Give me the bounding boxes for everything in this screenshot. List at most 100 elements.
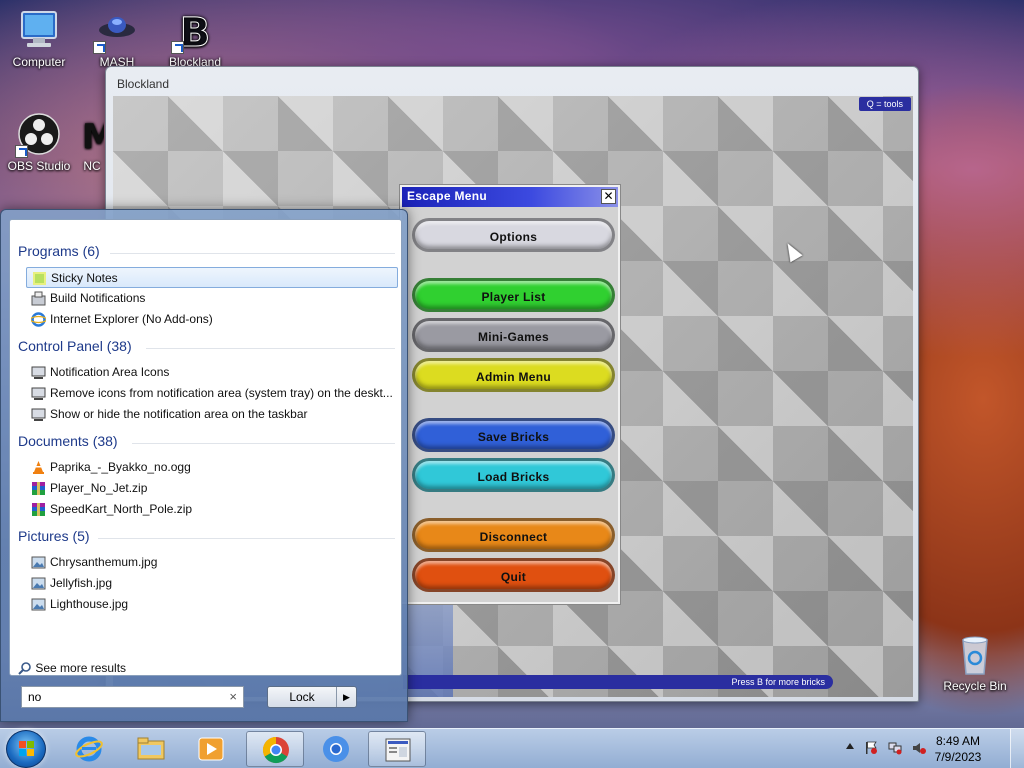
control-panel-icon [31,386,46,401]
result-label: SpeedKart_North_Pole.zip [50,502,193,516]
load-bricks-button[interactable]: Load Bricks [412,458,615,492]
mash-icon [93,8,139,54]
see-more-label: See more results [35,661,127,675]
tools-hint: Q = tools [858,97,911,111]
lock-label: Lock [289,690,315,704]
escape-menu: Escape Menu ✕ Options Player List Mini-G… [399,184,621,605]
result-label: Jellyfish.jpg [50,576,113,590]
show-desktop-button[interactable] [1010,729,1024,768]
shortcut-arrow-icon [93,41,106,54]
result-label: Chrysanthemum.jpg [50,555,158,569]
result-build-notifications[interactable]: Build Notifications [26,288,398,309]
result-lighthouse[interactable]: Lighthouse.jpg [26,594,398,615]
result-jellyfish[interactable]: Jellyfish.jpg [26,573,398,594]
blockland-window-icon [385,738,411,762]
search-value: no [28,690,42,704]
desktop-icon-recycle-bin[interactable]: Recycle Bin [938,632,1012,693]
result-player-no-jet-zip[interactable]: Player_No_Jet.zip [26,478,398,499]
see-more-results-link[interactable]: See more results [18,661,126,675]
start-button[interactable] [6,730,46,768]
programs-heading: Programs (6) [18,243,100,259]
vlc-cone-icon [31,460,46,475]
divider [98,538,395,539]
image-file-icon [31,555,46,570]
taskbar-file-explorer[interactable] [122,731,180,767]
taskbar-chrome[interactable] [246,731,304,767]
mini-games-button[interactable]: Mini-Games [412,318,615,352]
start-search-input[interactable]: no × [21,686,244,708]
volume-muted-icon[interactable] [912,741,926,755]
result-show-hide-notification-area[interactable]: Show or hide the notification area on th… [26,404,398,425]
result-paprika-ogg[interactable]: Paprika_-_Byakko_no.ogg [26,457,398,478]
desktop-icon-obs-studio[interactable]: OBS Studio [2,112,76,173]
shortcut-arrow-icon [15,145,28,158]
result-notification-area-icons[interactable]: Notification Area Icons [26,362,398,383]
mouse-cursor-icon [781,239,803,263]
bricks-hint: Press B for more bricks [403,675,833,689]
control-panel-icon [31,407,46,422]
divider [146,348,395,349]
result-label: Paprika_-_Byakko_no.ogg [50,460,191,474]
chrome-beta-icon [323,736,349,762]
show-hidden-icons-icon[interactable] [846,743,854,749]
image-file-icon [31,576,46,591]
lock-options-arrow-icon[interactable]: ▶ [336,687,356,707]
desktop-icon-nc[interactable]: M NC [80,112,104,173]
close-icon[interactable]: ✕ [601,189,616,204]
internet-explorer-icon [75,736,103,762]
lock-button[interactable]: Lock ▶ [267,686,357,708]
taskbar-media-player[interactable] [182,731,240,767]
folder-icon [137,737,165,760]
result-sticky-notes[interactable]: Sticky Notes [26,267,398,288]
desktop-icon-label: Recycle Bin [943,679,1007,693]
windows-logo-icon [19,741,34,756]
quit-button[interactable]: Quit [412,558,615,592]
clear-search-icon[interactable]: × [229,689,237,704]
result-label: Lighthouse.jpg [50,597,129,611]
options-button[interactable]: Options [412,218,615,252]
chrome-icon [262,736,289,764]
result-label: Notification Area Icons [50,365,170,379]
escape-menu-title: Escape Menu [402,187,618,207]
control-panel-icon [31,365,46,380]
result-label: Remove icons from notification area (sys… [50,386,393,400]
sticky-notes-icon [32,271,47,286]
computer-icon [17,8,61,52]
blockland-icon: B [171,8,217,57]
save-bricks-button[interactable]: Save Bricks [412,418,615,452]
start-menu: Programs (6) Sticky Notes Build Notifica… [0,209,408,722]
pictures-heading: Pictures (5) [18,528,90,544]
clock-date: 7/9/2023 [934,750,982,764]
desktop-icon-computer[interactable]: Computer [2,8,76,69]
result-remove-notification-icons[interactable]: Remove icons from notification area (sys… [26,383,398,404]
desktop-icon-mash[interactable]: MASH [80,8,154,69]
taskbar-chrome-beta[interactable] [307,731,365,767]
system-tray: 8:49 AM 7/9/2023 [844,729,1024,768]
desktop-icon-label: NC [83,159,101,173]
player-list-button[interactable]: Player List [412,278,615,312]
clock-time: 8:49 AM [935,734,981,748]
result-internet-explorer[interactable]: Internet Explorer (No Add-ons) [26,309,398,330]
svg-text:M: M [82,117,104,156]
taskbar-blockland[interactable] [368,731,426,767]
documents-heading: Documents (38) [18,433,118,449]
disconnect-button[interactable]: Disconnect [412,518,615,552]
divider [110,253,395,254]
media-player-icon [198,737,224,761]
result-chrysanthemum[interactable]: Chrysanthemum.jpg [26,552,398,573]
internet-explorer-icon [29,312,48,327]
desktop-icon-label: OBS Studio [7,159,71,173]
result-label: Player_No_Jet.zip [50,481,148,495]
network-icon[interactable] [888,741,902,755]
image-file-icon [31,597,46,612]
control-panel-heading: Control Panel (38) [18,338,132,354]
winrar-archive-icon [31,481,46,496]
admin-menu-button[interactable]: Admin Menu [412,358,615,392]
result-label: Show or hide the notification area on th… [50,407,308,421]
action-center-flag-icon[interactable] [864,741,878,755]
clock[interactable]: 8:49 AM 7/9/2023 [928,733,988,765]
result-label: Build Notifications [50,291,146,305]
result-speedkart-zip[interactable]: SpeedKart_North_Pole.zip [26,499,398,520]
taskbar-internet-explorer[interactable] [60,731,118,767]
desktop-icon-blockland[interactable]: B Blockland [158,8,232,70]
